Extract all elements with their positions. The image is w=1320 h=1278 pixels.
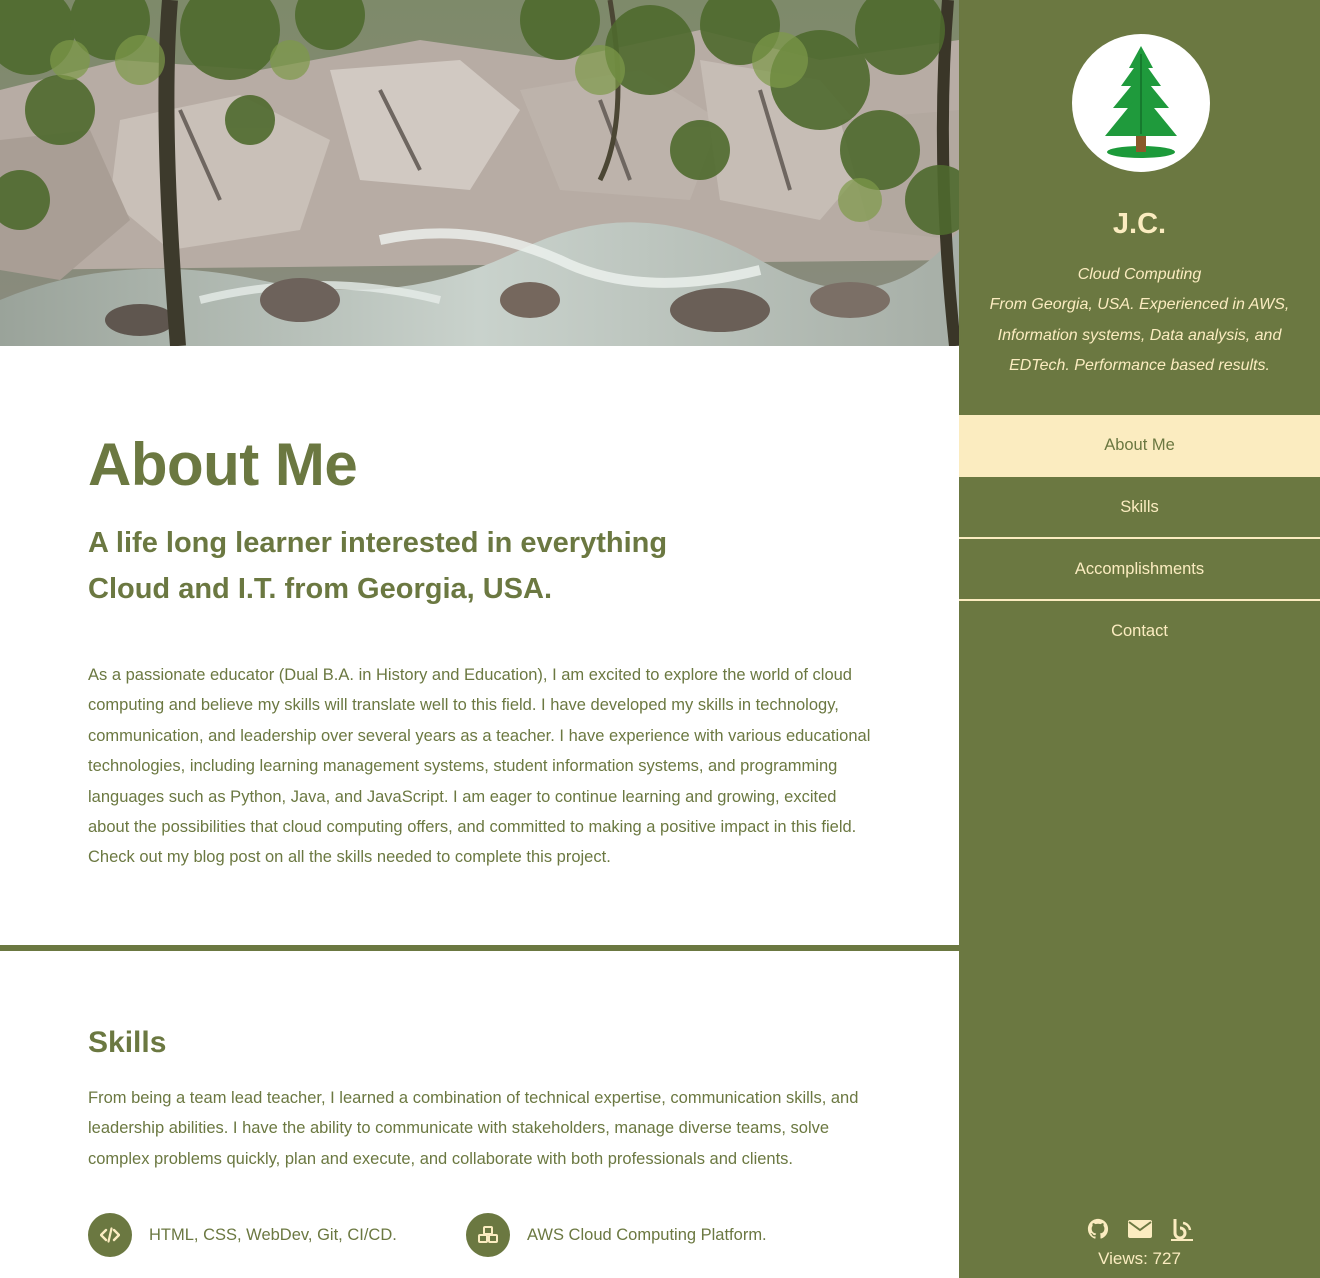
avatar	[1072, 34, 1210, 172]
views-counter: Views: 727	[1098, 1249, 1181, 1268]
about-subtitle: A life long learner interested in everyt…	[88, 527, 668, 605]
tagline: Cloud Computing From Georgia, USA. Exper…	[989, 260, 1290, 382]
skills-title: Skills	[88, 1026, 167, 1059]
nav-item-skills[interactable]: Skills	[959, 477, 1320, 539]
email-icon[interactable]	[1127, 1216, 1152, 1242]
skill-label: AWS Cloud Computing Platform.	[527, 1225, 767, 1244]
code-icon	[88, 1213, 132, 1257]
github-icon[interactable]	[1086, 1216, 1110, 1242]
blog-icon[interactable]	[1170, 1216, 1194, 1242]
about-title: About Me	[88, 431, 358, 498]
tagline-line-1: Cloud Computing	[1077, 266, 1202, 283]
sidebar: J.C. Cloud Computing From Georgia, USA. …	[959, 0, 1320, 1278]
skill-label: HTML, CSS, WebDev, Git, CI/CD.	[149, 1225, 397, 1244]
skills-body: From being a team lead teacher, I learne…	[88, 1089, 859, 1168]
tagline-line-2: From Georgia, USA. Experienced in AWS, I…	[989, 296, 1290, 375]
nav-item-contact[interactable]: Contact	[959, 601, 1320, 663]
nav-item-about-me[interactable]: About Me	[959, 415, 1320, 477]
skill-item-webdev: HTML, CSS, WebDev, Git, CI/CD.	[88, 1213, 397, 1257]
section-divider	[0, 945, 959, 951]
hero-image	[0, 0, 959, 346]
social-links	[959, 1216, 1320, 1242]
site-name: J.C.	[1112, 208, 1167, 240]
cubes-icon	[466, 1213, 510, 1257]
main-content: About Me A life long learner interested …	[0, 0, 959, 1278]
nav-item-accomplishments[interactable]: Accomplishments	[959, 539, 1320, 601]
skill-item-aws: AWS Cloud Computing Platform.	[466, 1213, 767, 1257]
sidebar-nav: About Me Skills Accomplishments Contact	[959, 415, 1320, 663]
pine-tree-icon	[1105, 46, 1177, 158]
about-body: As a passionate educator (Dual B.A. in H…	[88, 666, 871, 867]
